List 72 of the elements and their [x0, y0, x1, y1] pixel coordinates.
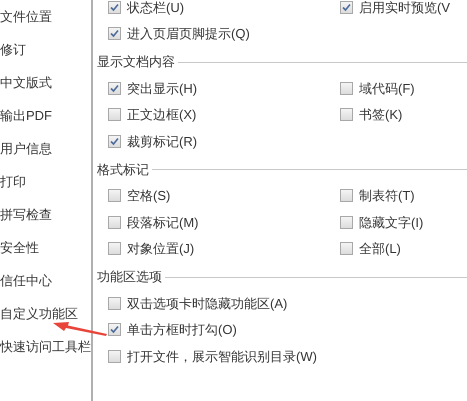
checkbox[interactable] — [108, 242, 121, 256]
option-label: 隐藏文字(I) — [359, 214, 424, 232]
checkbox-option[interactable]: 状态栏(U) — [108, 0, 340, 17]
checkbox[interactable] — [108, 82, 121, 95]
check-icon — [110, 2, 119, 12]
check-icon — [110, 84, 119, 93]
sidebar-item[interactable]: 信任中心 — [0, 264, 91, 297]
checkbox[interactable] — [108, 189, 121, 202]
option-label: 书签(K) — [359, 106, 402, 124]
checkbox-option[interactable]: 打开文件，展示智能识别目录(W) — [108, 346, 340, 366]
sidebar-item[interactable]: 输出PDF — [0, 99, 91, 132]
section-heading: 功能区选项 — [97, 268, 163, 286]
option-label: 裁剪标记(R) — [127, 132, 198, 151]
sidebar-item[interactable]: 中文版式 — [0, 66, 91, 99]
option-label: 正文边框(X) — [127, 106, 196, 124]
check-icon — [342, 2, 351, 12]
checkbox-option[interactable]: 单击方框时打勾(O) — [108, 320, 340, 340]
option-label: 空格(S) — [127, 187, 170, 205]
checkbox-option[interactable]: 启用实时预览(V — [340, 0, 467, 17]
option-label: 进入页眉页脚提示(Q) — [127, 25, 250, 43]
checkbox-option[interactable]: 对象位置(J) — [108, 239, 340, 258]
checkbox-option[interactable]: 进入页眉页脚提示(Q) — [108, 24, 340, 44]
checkbox[interactable] — [108, 350, 121, 363]
option-label: 突出显示(H) — [127, 80, 198, 98]
sidebar-item[interactable]: 打印 — [0, 165, 91, 198]
checkbox-option[interactable]: 裁剪标记(R) — [108, 132, 340, 151]
sidebar-item[interactable]: 文件位置 — [0, 0, 91, 33]
checkbox[interactable] — [340, 82, 353, 95]
checkbox-option[interactable]: 空格(S) — [108, 186, 340, 206]
check-icon — [110, 29, 119, 38]
sidebar-item[interactable]: 用户信息 — [0, 132, 91, 165]
checkbox-option[interactable]: 制表符(T) — [340, 186, 467, 206]
checkbox-option[interactable]: 正文边框(X) — [108, 105, 340, 124]
sidebar-item[interactable]: 修订 — [0, 33, 91, 66]
checkbox-option[interactable]: 段落标记(M) — [108, 212, 340, 232]
checkbox[interactable] — [340, 242, 353, 256]
checkbox[interactable] — [340, 216, 353, 229]
arrow-drawing — [52, 321, 108, 336]
section-heading: 格式标记 — [97, 160, 150, 179]
checkbox[interactable] — [340, 108, 353, 122]
check-icon — [110, 325, 119, 334]
checkbox[interactable] — [108, 323, 121, 336]
checkbox[interactable] — [108, 108, 121, 122]
option-label: 状态栏(U) — [127, 0, 184, 17]
option-label: 全部(L) — [359, 240, 401, 258]
checkbox-option[interactable]: 书签(K) — [340, 105, 467, 124]
sidebar-item[interactable]: 拼写检查 — [0, 198, 91, 231]
check-icon — [110, 136, 119, 146]
checkbox[interactable] — [340, 189, 353, 202]
checkbox[interactable] — [340, 0, 353, 14]
checkbox-option[interactable]: 突出显示(H) — [108, 78, 340, 98]
option-label: 段落标记(M) — [127, 214, 198, 232]
checkbox-option[interactable]: 全部(L) — [340, 239, 467, 258]
sidebar-item[interactable]: 自定义功能区 — [0, 297, 91, 330]
sidebar-item[interactable]: 安全性 — [0, 231, 91, 264]
option-label: 对象位置(J) — [127, 240, 194, 258]
option-label: 启用实时预览(V — [359, 0, 450, 17]
checkbox[interactable] — [108, 27, 121, 40]
checkbox[interactable] — [108, 0, 121, 14]
checkbox[interactable] — [108, 296, 121, 310]
checkbox[interactable] — [108, 134, 121, 148]
option-label: 单击方框时打勾(O) — [127, 321, 237, 339]
checkbox-option[interactable]: 双击选项卡时隐藏功能区(A) — [108, 294, 340, 313]
checkbox[interactable] — [108, 216, 121, 229]
checkbox-option[interactable]: 域代码(F) — [340, 78, 467, 98]
checkbox-option[interactable]: 隐藏文字(I) — [340, 212, 467, 232]
section-heading: 显示文档内容 — [97, 53, 176, 72]
option-label: 域代码(F) — [359, 80, 415, 98]
option-label: 制表符(T) — [359, 187, 415, 205]
sidebar-item[interactable]: 快速访问工具栏 — [0, 330, 91, 363]
option-label: 打开文件，展示智能识别目录(W) — [127, 348, 317, 366]
option-label: 双击选项卡时隐藏功能区(A) — [127, 294, 288, 313]
